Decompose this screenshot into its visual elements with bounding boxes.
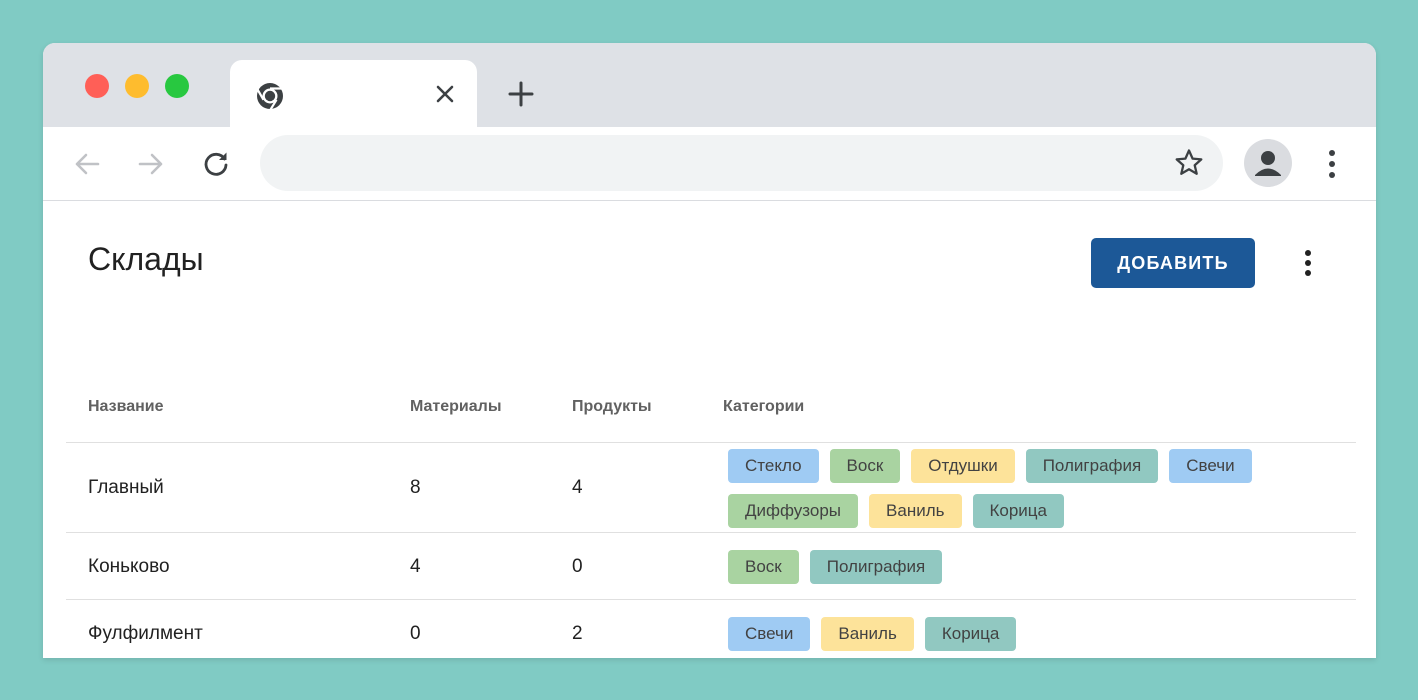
- column-header-materials[interactable]: Материалы: [410, 398, 502, 416]
- category-chip[interactable]: Свечи: [1169, 449, 1252, 483]
- reload-icon[interactable]: [198, 146, 234, 182]
- more-vert-icon[interactable]: [1293, 245, 1323, 281]
- category-chip[interactable]: Диффузоры: [728, 494, 859, 528]
- category-chip[interactable]: Корица: [924, 617, 1017, 651]
- table-divider: [66, 442, 1356, 443]
- category-chips: Свечи Ваниль Корица: [728, 617, 1288, 651]
- category-chips: Воск Полиграфия: [728, 550, 1288, 584]
- browser-toolbar: [43, 127, 1376, 201]
- warehouse-name: Фулфилмент: [88, 623, 203, 644]
- products-count: 4: [572, 477, 583, 498]
- arrow-forward-icon[interactable]: [133, 146, 169, 182]
- category-chip[interactable]: Воск: [829, 449, 901, 483]
- close-icon[interactable]: [428, 77, 462, 111]
- category-chips: Стекло Воск Отдушки Полиграфия Свечи Диф…: [728, 449, 1288, 528]
- category-chip[interactable]: Воск: [728, 550, 799, 584]
- chrome-icon: [255, 81, 285, 111]
- close-window-button[interactable]: [85, 74, 109, 98]
- address-bar[interactable]: [260, 135, 1223, 193]
- add-button[interactable]: ДОБАВИТЬ: [1091, 238, 1255, 288]
- materials-count: 0: [410, 623, 421, 644]
- table-divider: [66, 599, 1356, 600]
- warehouse-name: Главный: [88, 477, 164, 498]
- category-chip[interactable]: Свечи: [728, 617, 811, 651]
- category-chip[interactable]: Полиграфия: [809, 550, 943, 584]
- browser-tab[interactable]: [230, 60, 477, 127]
- more-vert-icon[interactable]: [1315, 145, 1349, 183]
- star-icon[interactable]: [1173, 147, 1205, 179]
- browser-window: Склады ДОБАВИТЬ Название Материалы Проду…: [43, 43, 1376, 658]
- column-header-categories[interactable]: Категории: [723, 398, 804, 416]
- materials-count: 4: [410, 556, 421, 577]
- products-count: 0: [572, 556, 583, 577]
- plus-icon[interactable]: [503, 76, 539, 112]
- arrow-back-icon[interactable]: [69, 146, 105, 182]
- minimize-window-button[interactable]: [125, 74, 149, 98]
- category-chip[interactable]: Стекло: [728, 449, 819, 483]
- address-input[interactable]: [284, 135, 1148, 193]
- page-content: Склады ДОБАВИТЬ Название Материалы Проду…: [43, 201, 1376, 658]
- column-header-products[interactable]: Продукты: [572, 398, 652, 416]
- tab-strip: [43, 43, 1376, 127]
- category-chip[interactable]: Ваниль: [869, 494, 962, 528]
- materials-count: 8: [410, 477, 421, 498]
- products-count: 2: [572, 623, 583, 644]
- category-chip[interactable]: Ваниль: [821, 617, 914, 651]
- maximize-window-button[interactable]: [165, 74, 189, 98]
- avatar-icon[interactable]: [1244, 139, 1292, 187]
- column-header-name[interactable]: Название: [88, 398, 164, 416]
- category-chip[interactable]: Отдушки: [911, 449, 1015, 483]
- page-title: Склады: [88, 241, 204, 277]
- category-chip[interactable]: Корица: [972, 494, 1064, 528]
- warehouse-name: Коньково: [88, 556, 170, 577]
- category-chip[interactable]: Полиграфия: [1025, 449, 1159, 483]
- table-divider: [66, 532, 1356, 533]
